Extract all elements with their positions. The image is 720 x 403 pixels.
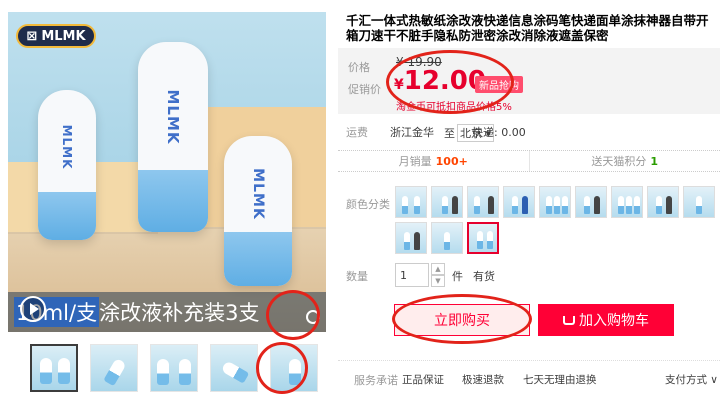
original-price-label: 价格 (348, 61, 370, 74)
bottle-brand-mark: MLMK (164, 89, 182, 145)
shipping-label: 运费 (346, 126, 368, 139)
color-swatch[interactable] (539, 186, 571, 218)
product-title: 千汇一体式热敏纸涂改液快递信息涂码笔快递面单涂抹神器自带开箱刀速干不脏手隐私防泄… (346, 13, 709, 43)
thumbnail-5[interactable] (270, 344, 318, 392)
shipping-fee: 快递: 0.00 (472, 126, 526, 139)
promo-price-number: 12.00 (403, 66, 486, 96)
product-bottle-right: MLMK (224, 136, 292, 286)
stock-status: 有货 (473, 270, 495, 283)
service-row: 服务承诺 正品保证 极速退款 七天无理由退换 支付方式 ∨ (338, 360, 720, 390)
add-to-cart-label: 加入购物车 (579, 313, 649, 329)
monthly-sales: 月销量 100+ (338, 151, 529, 171)
price-panel: 价格 ¥ 19.90 促销价 ¥12.00 新品抢购 淘金币可抵扣商品价格5% (338, 48, 720, 114)
product-bottle-left: MLMK (38, 90, 96, 240)
image-caption: 10ml/支 涂改液补充装3支 (8, 292, 326, 332)
promo-tag: 新品抢购 (475, 76, 523, 93)
quantity-decrease-button[interactable]: ▼ (431, 275, 445, 287)
tmall-points-label: 送天猫积分 (591, 155, 647, 168)
brand-badge: ⊠ MLMK (16, 24, 96, 48)
product-bottle-center: MLMK (138, 42, 208, 232)
monthly-sales-label: 月销量 (398, 155, 432, 168)
thumbnail-4[interactable] (210, 344, 258, 392)
monthly-sales-value: 100+ (435, 154, 468, 168)
service-label: 服务承诺 (354, 374, 398, 387)
color-swatch[interactable] (395, 222, 427, 254)
buy-now-button[interactable]: 立即购买 (394, 304, 530, 336)
thumbnail-1[interactable] (30, 344, 78, 392)
color-swatch[interactable] (575, 186, 607, 218)
quantity-increase-button[interactable]: ▲ (431, 263, 445, 275)
zoom-icon[interactable] (306, 310, 320, 324)
original-price-row: 价格 ¥ 19.90 (348, 55, 442, 75)
stats-bar: 月销量 100+ 送天猫积分 1 (338, 150, 720, 172)
quantity-unit: 件 (452, 270, 463, 283)
tmall-points-value: 1 (650, 154, 659, 168)
color-swatch[interactable] (611, 186, 643, 218)
color-swatch[interactable] (467, 186, 499, 218)
brand-name: MLMK (41, 28, 86, 44)
add-to-cart-button[interactable]: 加入购物车 (538, 304, 674, 336)
thumbnail-strip (30, 344, 318, 392)
cart-icon (563, 315, 575, 325)
color-swatch[interactable] (431, 186, 463, 218)
service-item-7day-return[interactable]: 七天无理由退换 (523, 372, 597, 387)
main-product-image[interactable]: MLMK MLMK MLMK ⊠ MLMK 10ml/支 涂改液补充装3支 (8, 12, 326, 332)
thumbnail-2[interactable] (90, 344, 138, 392)
coin-discount-note: 淘金币可抵扣商品价格5% (396, 102, 512, 113)
thumbnail-3[interactable] (150, 344, 198, 392)
promo-price-value: ¥12.00 (394, 66, 486, 96)
promo-price-label: 促销价 (348, 83, 381, 96)
bottle-brand-mark: MLMK (250, 168, 266, 220)
color-swatch[interactable] (395, 186, 427, 218)
caption-text: 涂改液补充装3支 (99, 301, 260, 325)
color-swatch[interactable] (431, 222, 463, 254)
video-play-icon[interactable] (20, 296, 46, 322)
currency-symbol: ¥ (394, 77, 404, 93)
quantity-input[interactable]: 1 (395, 263, 429, 287)
color-swatch-selected[interactable] (467, 222, 499, 254)
brand-logo-icon: ⊠ (26, 28, 38, 44)
payment-methods-dropdown[interactable]: 支付方式 ∨ (665, 372, 718, 387)
service-item-genuine[interactable]: 正品保证 (402, 372, 444, 387)
shipping-to-prefix: 至 (444, 127, 455, 140)
service-item-fast-refund[interactable]: 极速退款 (462, 372, 504, 387)
quantity-label: 数量 (346, 270, 368, 283)
shipping-from: 浙江金华 (390, 126, 434, 139)
promo-price-row: 促销价 ¥12.00 (348, 66, 486, 97)
color-swatches (395, 186, 715, 254)
color-swatch[interactable] (683, 186, 715, 218)
color-swatch[interactable] (503, 186, 535, 218)
tmall-points: 送天猫积分 1 (528, 151, 720, 171)
color-swatch[interactable] (647, 186, 679, 218)
bottle-brand-mark: MLMK (60, 124, 74, 170)
color-label: 颜色分类 (346, 198, 390, 211)
